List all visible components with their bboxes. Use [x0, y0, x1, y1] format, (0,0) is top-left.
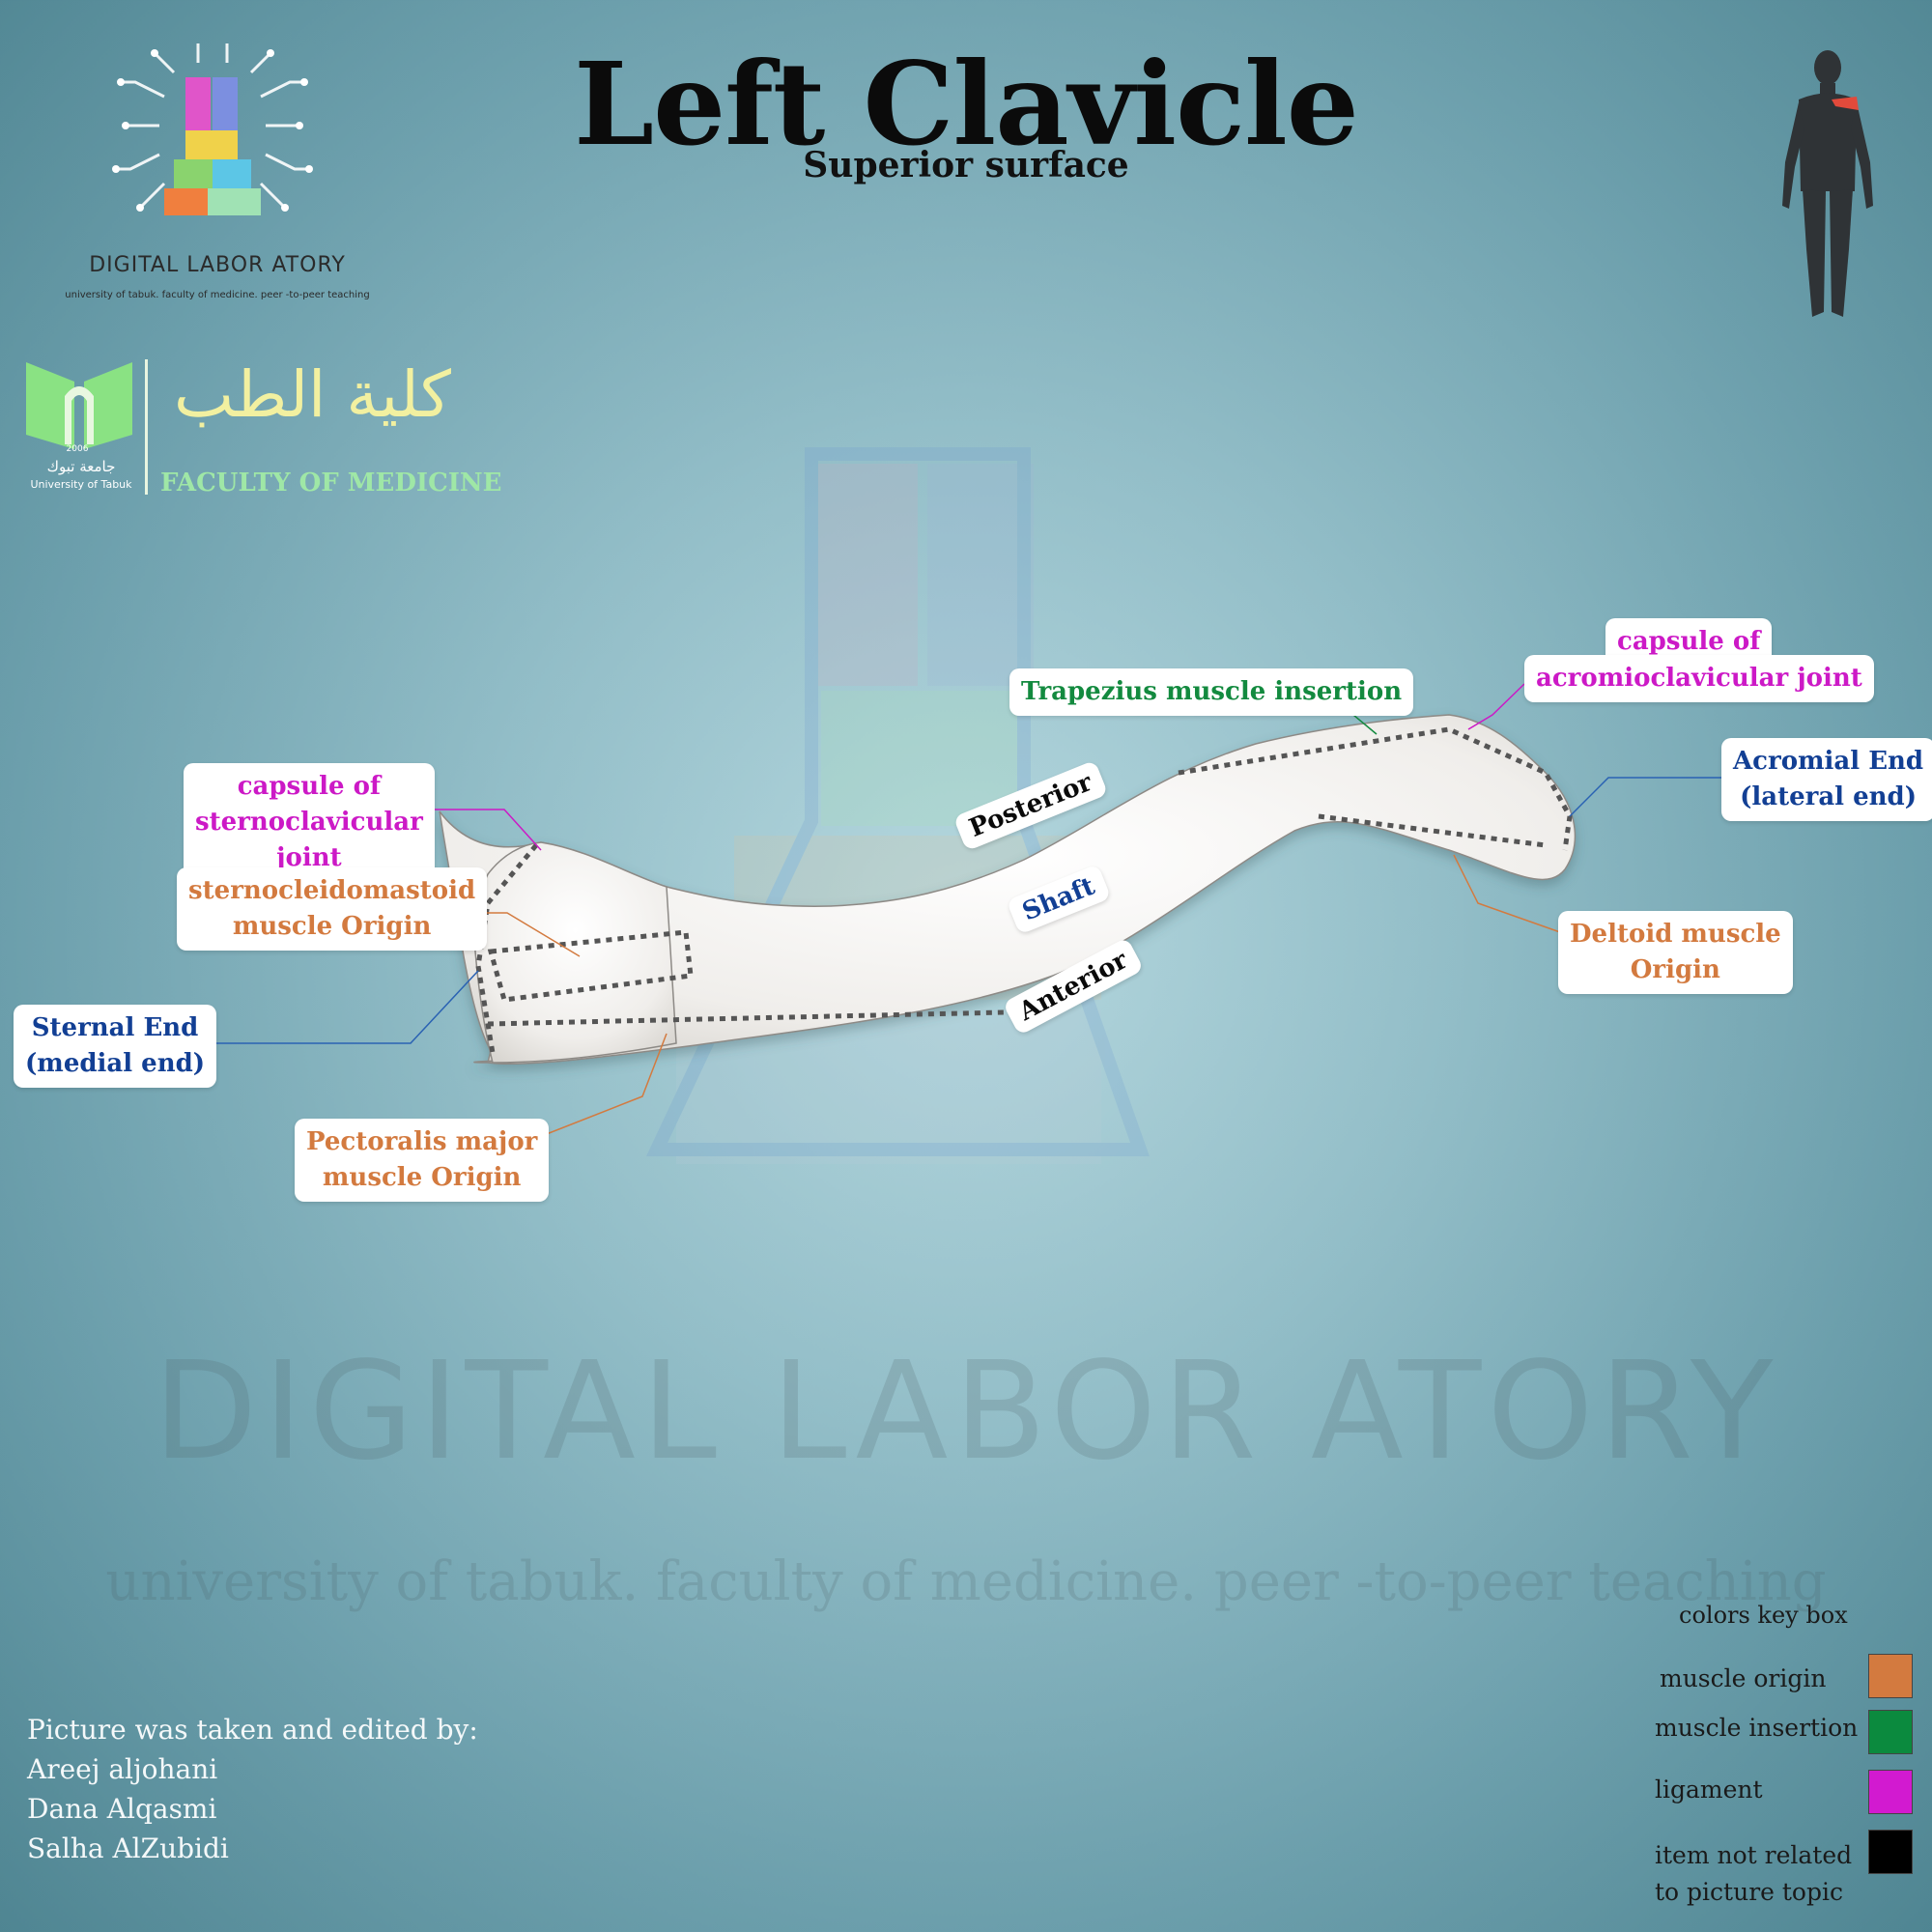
label-line: (medial end): [25, 1049, 206, 1078]
label-line: acromioclavicular joint: [1536, 664, 1862, 693]
key-label-insertion: muscle insertion: [1655, 1714, 1859, 1742]
credits-name: Salha AlZubidi: [27, 1833, 229, 1864]
label-line: muscle Origin: [232, 912, 432, 941]
label-acromial-end: Acromial End (lateral end): [1721, 738, 1932, 821]
key-swatch-insertion: [1868, 1710, 1913, 1754]
label-trapezius-insertion: Trapezius muscle insertion: [1009, 668, 1414, 716]
color-key-title: colors key box: [1679, 1602, 1848, 1629]
label-line: Deltoid muscle: [1570, 920, 1781, 949]
label-line: (lateral end): [1740, 782, 1918, 811]
credits-name: Areej aljohani: [27, 1753, 218, 1785]
label-line: sternoclavicular: [195, 808, 423, 837]
label-pectoralis-major-origin: Pectoralis major muscle Origin: [295, 1119, 550, 1202]
label-line: Sternal End: [31, 1013, 199, 1042]
label-deltoid-origin: Deltoid muscle Origin: [1558, 911, 1793, 994]
credits-name: Dana Alqasmi: [27, 1793, 217, 1825]
key-swatch-unrelated: [1868, 1830, 1913, 1874]
key-swatch-origin: [1868, 1654, 1913, 1698]
key-label-ligament: ligament: [1655, 1776, 1763, 1804]
label-capsule-sternoclavicular: capsule of sternoclavicular joint: [184, 763, 435, 882]
label-line: Origin: [1630, 955, 1720, 984]
credits-heading: Picture was taken and edited by:: [27, 1714, 478, 1746]
label-line: muscle Origin: [322, 1163, 522, 1192]
key-label-unrelated: item not related to picture topic: [1655, 1841, 1853, 1906]
label-line: Acromial End: [1733, 747, 1924, 776]
label-line: capsule of: [237, 772, 382, 801]
label-capsule-acromioclavicular-bottom: acromioclavicular joint: [1524, 655, 1874, 702]
label-line: sternocleidomastoid: [188, 876, 476, 905]
key-swatch-ligament: [1868, 1770, 1913, 1814]
label-line: Trapezius muscle insertion: [1021, 677, 1403, 706]
label-line: Pectoralis major: [306, 1127, 538, 1156]
label-sternocleidomastoid-origin: sternocleidomastoid muscle Origin: [177, 867, 488, 951]
credits: Picture was taken and edited by: Areej a…: [27, 1710, 478, 1868]
key-label-origin: muscle origin: [1660, 1664, 1827, 1692]
label-sternal-end: Sternal End (medial end): [14, 1005, 217, 1088]
